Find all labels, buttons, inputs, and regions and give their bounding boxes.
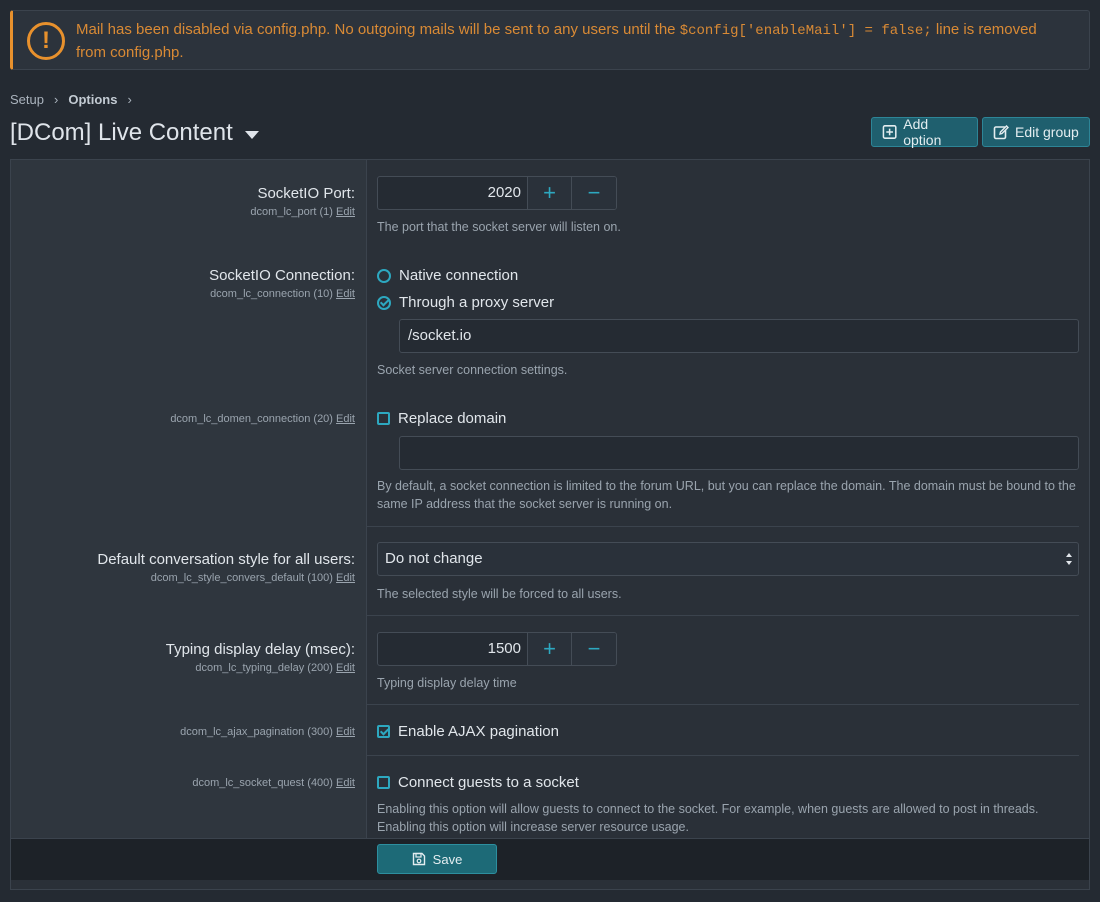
domain-explain: By default, a socket connection is limit…	[377, 479, 1076, 511]
domain-label-block: dcom_lc_domen_connection (20) Edit	[170, 409, 355, 425]
port-key-text: dcom_lc_port (1)	[250, 206, 333, 218]
port-key: dcom_lc_port (1) Edit	[250, 206, 355, 218]
proxy-path-input[interactable]: /socket.io	[399, 319, 1079, 353]
ajax-key: dcom_lc_ajax_pagination (300) Edit	[180, 726, 355, 738]
radio-unchecked-icon[interactable]	[377, 268, 391, 283]
domain-key: dcom_lc_domen_connection (20) Edit	[170, 413, 355, 425]
typing-label-block: Typing display delay (msec): dcom_lc_typ…	[166, 641, 355, 674]
form-footer: Save	[11, 838, 1089, 880]
notice-code: $config['enableMail'] = false;	[679, 23, 932, 39]
port-decrement-button[interactable]: −	[572, 177, 616, 209]
style-explain: The selected style will be forced to all…	[377, 587, 622, 601]
checkbox-unchecked-icon[interactable]	[377, 776, 390, 789]
ajax-pagination-checkbox[interactable]: Enable AJAX pagination	[377, 723, 559, 740]
domain-edit-link[interactable]: Edit	[336, 413, 355, 425]
native-connection-radio[interactable]: Native connection	[377, 267, 518, 284]
typing-key-text: dcom_lc_typing_delay (200)	[195, 662, 333, 674]
native-connection-label: Native connection	[399, 267, 519, 284]
style-label: Default conversation style for all users…	[97, 551, 355, 568]
connection-label: SocketIO Connection:	[209, 267, 355, 284]
typing-input[interactable]: 1500	[378, 633, 528, 665]
connection-explain: Socket server connection settings.	[377, 363, 568, 377]
divider	[367, 615, 1079, 616]
port-label-block: SocketIO Port: dcom_lc_port (1) Edit	[250, 185, 355, 218]
chevron-right-icon: ›	[127, 92, 132, 107]
style-selected-value: Do not change	[385, 550, 483, 567]
save-label: Save	[432, 851, 463, 867]
edit-icon	[993, 125, 1009, 140]
port-label: SocketIO Port:	[257, 185, 355, 202]
caret-down-icon[interactable]	[244, 130, 259, 139]
guest-explain: Enabling this option will allow guests t…	[377, 802, 1039, 834]
connection-label-block: SocketIO Connection: dcom_lc_connection …	[209, 267, 355, 300]
edit-group-button[interactable]: Edit group	[982, 117, 1090, 147]
typing-label: Typing display delay (msec):	[165, 641, 355, 658]
typing-decrement-button[interactable]: −	[572, 633, 616, 665]
proxy-connection-radio[interactable]: Through a proxy server	[377, 294, 554, 311]
typing-stepper[interactable]: 1500 + −	[377, 632, 617, 666]
connection-edit-link[interactable]: Edit	[336, 288, 355, 300]
ajax-key-text: dcom_lc_ajax_pagination (300)	[180, 726, 333, 738]
typing-increment-button[interactable]: +	[528, 633, 572, 665]
guest-edit-link[interactable]: Edit	[336, 777, 355, 789]
style-key-text: dcom_lc_style_convers_default (100)	[150, 572, 333, 584]
divider	[367, 755, 1079, 756]
port-input[interactable]: 2020	[378, 177, 528, 209]
mail-disabled-notice: ! Mail has been disabled via config.php.…	[10, 10, 1090, 70]
replace-domain-label: Replace domain	[398, 410, 507, 427]
select-arrows-icon	[1066, 553, 1072, 565]
save-icon	[412, 852, 425, 866]
save-button[interactable]: Save	[377, 844, 497, 874]
connection-key: dcom_lc_connection (10) Edit	[209, 288, 355, 300]
ajax-pagination-label: Enable AJAX pagination	[398, 723, 559, 740]
notice-text: Mail has been disabled via config.php. N…	[76, 19, 1069, 64]
breadcrumb: Setup › Options ›	[10, 92, 132, 107]
port-edit-link[interactable]: Edit	[336, 206, 355, 218]
breadcrumb-options[interactable]: Options	[68, 92, 117, 107]
guest-key: dcom_lc_socket_quest (400) Edit	[192, 777, 355, 789]
checkbox-checked-icon[interactable]	[377, 725, 390, 738]
style-label-block: Default conversation style for all users…	[97, 551, 355, 584]
style-edit-link[interactable]: Edit	[336, 572, 355, 584]
guest-socket-label: Connect guests to a socket	[398, 774, 579, 791]
page-title-text: [DCom] Live Content	[10, 119, 233, 146]
warning-icon: !	[27, 22, 65, 60]
port-stepper[interactable]: 2020 + −	[377, 176, 617, 210]
breadcrumb-setup[interactable]: Setup	[10, 92, 44, 107]
domain-input[interactable]	[399, 436, 1079, 470]
port-explain: The port that the socket server will lis…	[377, 220, 621, 234]
edit-group-label: Edit group	[1015, 124, 1079, 140]
typing-edit-link[interactable]: Edit	[336, 662, 355, 674]
domain-key-text: dcom_lc_domen_connection (20)	[170, 413, 333, 425]
divider	[367, 526, 1079, 527]
divider	[367, 704, 1079, 705]
checkbox-unchecked-icon[interactable]	[377, 412, 390, 425]
typing-explain: Typing display delay time	[377, 676, 517, 690]
page-title[interactable]: [DCom] Live Content	[10, 116, 259, 150]
ajax-label-block: dcom_lc_ajax_pagination (300) Edit	[180, 722, 355, 738]
ajax-edit-link[interactable]: Edit	[336, 726, 355, 738]
style-key: dcom_lc_style_convers_default (100) Edit	[97, 572, 355, 584]
guest-key-text: dcom_lc_socket_quest (400)	[192, 777, 333, 789]
plus-square-icon	[882, 125, 897, 139]
guest-label-block: dcom_lc_socket_quest (400) Edit	[192, 773, 355, 789]
proxy-connection-label: Through a proxy server	[399, 294, 555, 311]
style-select[interactable]: Do not change	[377, 542, 1079, 576]
radio-checked-icon[interactable]	[377, 295, 391, 310]
replace-domain-checkbox[interactable]: Replace domain	[377, 410, 506, 427]
add-option-label: Add option	[903, 116, 942, 148]
add-option-button[interactable]: Add option	[871, 116, 978, 148]
typing-key: dcom_lc_typing_delay (200) Edit	[166, 662, 355, 674]
chevron-right-icon: ›	[53, 92, 59, 107]
options-form: SocketIO Port: dcom_lc_port (1) Edit 202…	[10, 159, 1090, 890]
connection-key-text: dcom_lc_connection (10)	[210, 288, 333, 300]
port-increment-button[interactable]: +	[528, 177, 572, 209]
notice-text-before: Mail has been disabled via config.php. N…	[76, 21, 680, 38]
guest-socket-checkbox[interactable]: Connect guests to a socket	[377, 774, 579, 791]
